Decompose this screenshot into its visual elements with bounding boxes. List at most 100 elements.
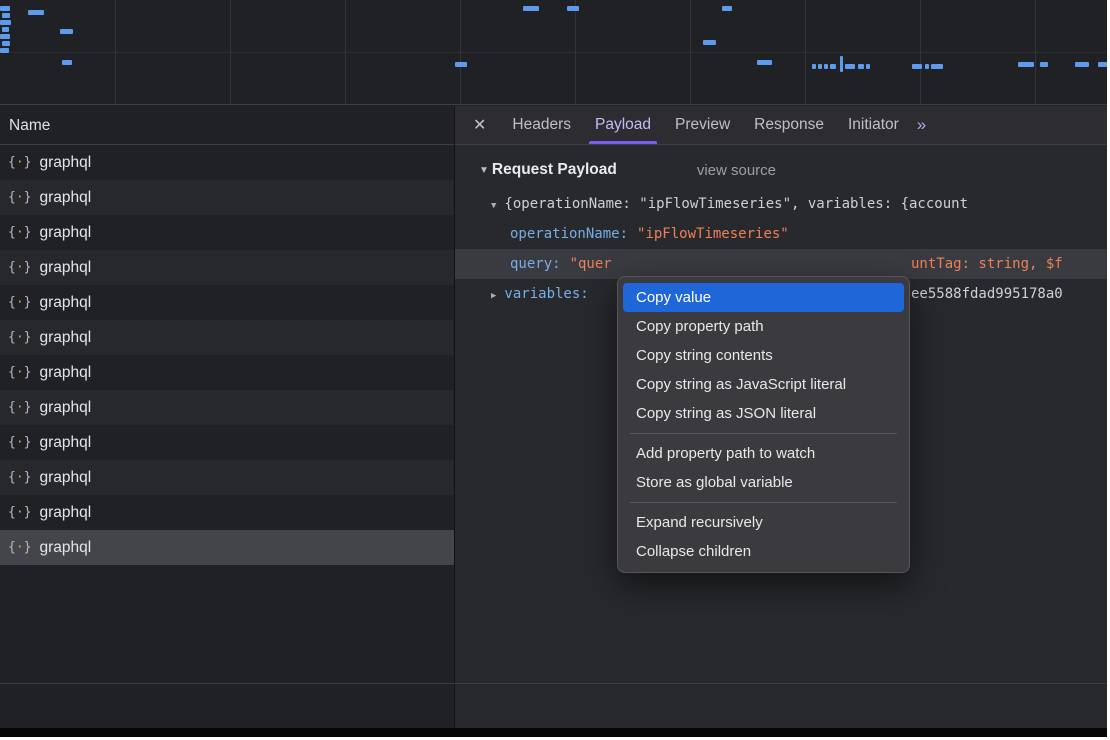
request-name: graphql xyxy=(39,504,91,522)
timeline-bar xyxy=(845,64,855,69)
network-request-row[interactable]: {·}graphql xyxy=(0,180,454,215)
query-key: query: xyxy=(510,256,561,272)
timeline-bar xyxy=(0,6,10,11)
footer-divider xyxy=(0,683,1107,684)
tab-initiator[interactable]: Initiator xyxy=(836,106,911,144)
network-request-row[interactable]: {·} graphql xyxy=(0,355,454,390)
requests-panel: Name {·}graphql{·}graphql{·}graphql{·}gr… xyxy=(0,106,455,728)
network-request-row[interactable]: {·}graphql xyxy=(0,425,454,460)
tree-line-operation-name[interactable]: operationName:"ipFlowTimeseries" xyxy=(455,219,1107,249)
menu-item-store-as-global-variable[interactable]: Store as global variable xyxy=(623,468,904,497)
timeline-bar xyxy=(60,29,73,34)
overview-gridline xyxy=(920,0,921,104)
context-menu: Copy valueCopy property pathCopy string … xyxy=(617,276,910,573)
menu-item-copy-string-as-json-literal[interactable]: Copy string as JSON literal xyxy=(623,399,904,428)
timeline-bar xyxy=(0,34,10,39)
variables-key: variables: xyxy=(504,286,588,302)
overview-gridline xyxy=(345,0,346,104)
network-request-row[interactable]: {·} graphql xyxy=(0,250,454,285)
network-request-row[interactable]: {·} graphql xyxy=(0,285,454,320)
menu-item-expand-recursively[interactable]: Expand recursively xyxy=(623,508,904,537)
timeline-bar xyxy=(866,64,870,69)
json-braces-icon: {·} xyxy=(8,400,31,415)
devtools-window: Name {·}graphql{·}graphql{·}graphql{·}gr… xyxy=(0,0,1107,737)
timeline-bar xyxy=(0,20,11,25)
json-braces-icon: {·} xyxy=(8,260,31,275)
more-tabs-icon[interactable]: » xyxy=(917,115,926,135)
timeline-bar xyxy=(2,41,10,46)
overview-gridline xyxy=(1035,0,1036,104)
network-request-row[interactable]: {·} graphql xyxy=(0,145,454,180)
root-preview: {operationName: "ipFlowTimeseries", vari… xyxy=(504,196,968,212)
tab-response[interactable]: Response xyxy=(742,106,836,144)
network-request-row[interactable]: {·} graphql xyxy=(0,495,454,530)
network-request-row[interactable]: {·} graphql xyxy=(0,530,454,565)
network-request-row[interactable]: {·} graphql xyxy=(0,390,454,425)
menu-item-collapse-children[interactable]: Collapse children xyxy=(623,537,904,566)
tree-root-line[interactable]: ▼ {operationName: "ipFlowTimeseries", var… xyxy=(455,189,1107,219)
timeline-bar xyxy=(567,6,579,11)
request-name: graphql xyxy=(39,434,91,452)
menu-item-copy-property-path[interactable]: Copy property path xyxy=(623,312,904,341)
timeline-bar xyxy=(62,60,72,65)
bottom-bar xyxy=(0,728,1107,737)
request-name: graphql xyxy=(39,224,91,242)
tab-preview[interactable]: Preview xyxy=(663,106,742,144)
timeline-bar xyxy=(925,64,929,69)
expanded-arrow-icon[interactable]: ▼ xyxy=(491,191,496,219)
timeline-bar xyxy=(840,56,843,72)
request-name: graphql xyxy=(39,539,91,557)
tab-payload[interactable]: Payload xyxy=(583,106,663,144)
request-payload-section[interactable]: ▼ Request Payload view source xyxy=(479,161,1107,179)
json-braces-icon: {·} xyxy=(8,330,31,345)
json-braces-icon: {·} xyxy=(8,470,31,485)
timeline-bar xyxy=(812,64,816,69)
timeline-bar xyxy=(757,60,772,65)
menu-item-copy-string-as-javascript-literal[interactable]: Copy string as JavaScript literal xyxy=(623,370,904,399)
detail-tab-bar: ✕ HeadersPayloadPreviewResponseInitiator… xyxy=(455,106,1107,145)
json-braces-icon: {·} xyxy=(8,295,31,310)
tree-line-query[interactable]: query:"queruntTag: string, $f xyxy=(455,249,1107,279)
json-braces-icon: {·} xyxy=(8,190,31,205)
query-value-end: untTag: string, $f xyxy=(911,249,1063,279)
overview-gridline xyxy=(115,0,116,104)
view-source-link[interactable]: view source xyxy=(697,162,776,179)
request-name: graphql xyxy=(39,294,91,312)
network-request-row[interactable]: {·}graphql xyxy=(0,460,454,495)
variables-preview-end: ee5588fdad995178a0 xyxy=(911,279,1063,309)
timeline-bar xyxy=(931,64,943,69)
timeline-bar xyxy=(2,13,10,18)
network-request-row[interactable]: {·}graphql xyxy=(0,320,454,355)
json-braces-icon: {·} xyxy=(8,365,31,380)
timeline-bar xyxy=(830,64,836,69)
collapsed-arrow-icon[interactable]: ▶ xyxy=(491,281,496,309)
overview-centerline xyxy=(0,52,1107,53)
name-column-header[interactable]: Name xyxy=(0,106,454,145)
timeline-bar xyxy=(2,27,9,32)
menu-item-add-property-path-to-watch[interactable]: Add property path to watch xyxy=(623,439,904,468)
network-request-row[interactable]: {·}graphql xyxy=(0,215,454,250)
timeline-bar xyxy=(722,6,732,11)
request-name: graphql xyxy=(39,259,91,277)
json-braces-icon: {·} xyxy=(8,540,31,555)
json-braces-icon: {·} xyxy=(8,155,31,170)
request-name: graphql xyxy=(39,154,91,172)
menu-item-copy-string-contents[interactable]: Copy string contents xyxy=(623,341,904,370)
overview-gridline xyxy=(805,0,806,104)
section-title: Request Payload xyxy=(492,161,617,179)
request-name: graphql xyxy=(39,399,91,417)
timeline-bar xyxy=(703,40,716,45)
menu-item-copy-value[interactable]: Copy value xyxy=(623,283,904,312)
section-collapse-arrow-icon[interactable]: ▼ xyxy=(479,165,489,176)
overview-gridline xyxy=(460,0,461,104)
main-split: Name {·}graphql{·}graphql{·}graphql{·}gr… xyxy=(0,106,1107,728)
close-icon[interactable]: ✕ xyxy=(455,115,500,135)
json-braces-icon: {·} xyxy=(8,505,31,520)
tab-headers[interactable]: Headers xyxy=(500,106,583,144)
timeline-bar xyxy=(824,64,828,69)
network-overview[interactable] xyxy=(0,0,1107,105)
timeline-bar xyxy=(912,64,922,69)
request-name: graphql xyxy=(39,364,91,382)
timeline-bar xyxy=(455,62,467,67)
request-rows: {·} graphql {·} graphql {·} graphql {·} graphql… xyxy=(0,145,454,565)
